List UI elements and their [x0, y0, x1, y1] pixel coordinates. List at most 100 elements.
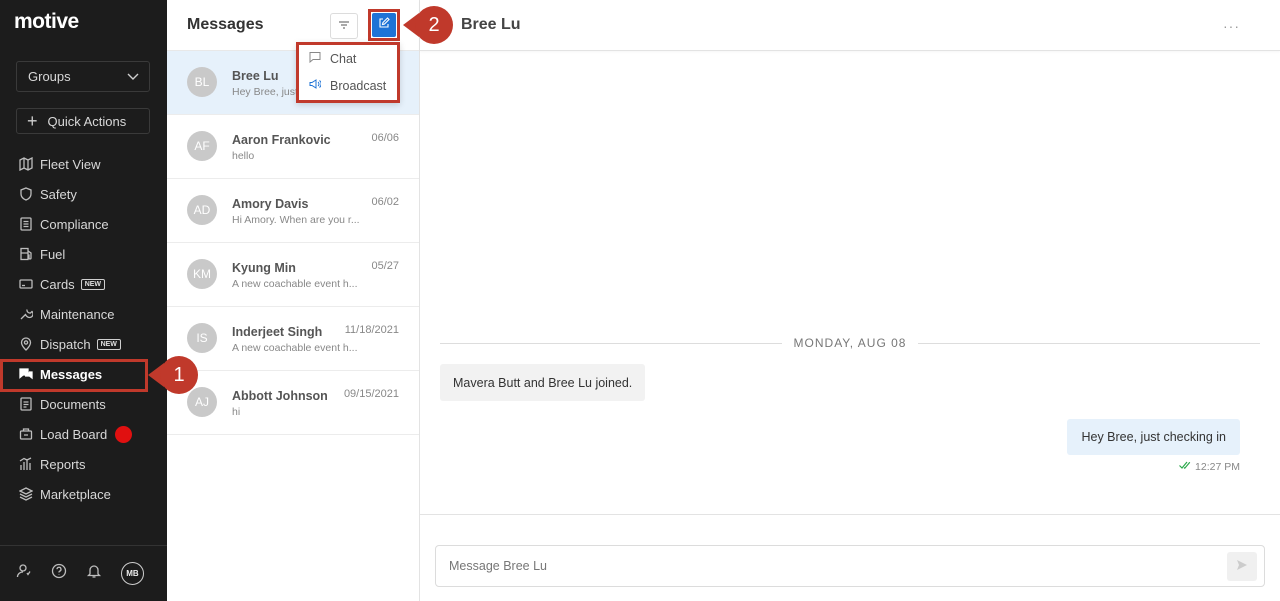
conversation-date: 06/06: [371, 132, 399, 144]
chat-pane: Bree Lu ··· MONDAY, AUG 08 Mavera Butt a…: [420, 0, 1280, 601]
sidebar-item-label: Marketplace: [40, 486, 111, 502]
step-number: 1: [160, 356, 198, 394]
sidebar-footer: MB: [0, 545, 167, 601]
sidebar-item-documents[interactable]: Documents: [0, 389, 167, 419]
conversation-item[interactable]: AJ Abbott Johnson hi 09/15/2021: [167, 371, 419, 435]
sidebar-item-fuel[interactable]: Fuel: [0, 239, 167, 269]
step-1-callout: 1: [148, 356, 198, 394]
avatar[interactable]: MB: [121, 562, 144, 585]
conversation-date: 09/15/2021: [343, 388, 399, 400]
message-composer: [435, 545, 1265, 587]
plus-icon: +: [27, 111, 38, 131]
conversation-name: Inderjeet Singh: [232, 325, 323, 339]
notification-dot: [115, 425, 133, 443]
conversation-date: 06/02: [371, 196, 399, 208]
sidebar-item-label: Fuel: [40, 246, 66, 262]
conversation-preview: hello: [232, 150, 255, 162]
filter-button[interactable]: [330, 13, 358, 39]
avatar: BL: [187, 67, 217, 97]
quick-actions-button[interactable]: + Quick Actions: [16, 108, 150, 134]
messages-highlight-box: [0, 359, 148, 392]
new-badge: NEW: [80, 278, 106, 290]
sidebar-item-label: Cards: [40, 276, 75, 292]
sidebar-item-compliance[interactable]: Compliance: [0, 209, 167, 239]
card-icon: [18, 277, 33, 292]
sidebar-item-load-board[interactable]: Load Board: [0, 419, 167, 449]
send-icon: [1236, 558, 1248, 576]
map-icon: [18, 157, 33, 172]
user-settings-icon[interactable]: [16, 563, 32, 584]
fuel-pump-icon: [18, 247, 33, 262]
composer-area: [420, 514, 1280, 601]
wrench-icon: [18, 307, 33, 322]
sidebar: motive Groups + Quick Actions Fleet View…: [0, 0, 167, 601]
sidebar-item-label: Maintenance: [40, 306, 115, 322]
avatar: AF: [187, 131, 217, 161]
conversation-name: Abbott Johnson: [232, 389, 328, 403]
date-separator: MONDAY, AUG 08: [440, 336, 1260, 350]
motive-logo[interactable]: motive: [14, 10, 79, 34]
quick-actions-label: Quick Actions: [47, 113, 127, 129]
more-options-icon[interactable]: ···: [1223, 18, 1240, 34]
divider: [918, 342, 1260, 344]
megaphone-icon: [309, 78, 330, 93]
sidebar-item-safety[interactable]: Safety: [0, 179, 167, 209]
new-badge: NEW: [96, 338, 121, 350]
double-check-icon: [1179, 460, 1195, 473]
step-2-callout: 2: [403, 6, 453, 44]
sidebar-item-label: Fleet View: [40, 156, 101, 172]
chevron-down-icon: [127, 69, 139, 84]
page-title: Messages: [187, 16, 264, 33]
conversation-item[interactable]: AF Aaron Frankovic hello 06/06: [167, 115, 419, 179]
sidebar-item-dispatch[interactable]: Dispatch NEW: [0, 329, 167, 359]
conversation-preview: A new coachable event h...: [232, 342, 358, 354]
message-time: 12:27 PM: [1195, 460, 1240, 473]
help-icon[interactable]: [51, 563, 67, 584]
message-input[interactable]: [449, 559, 1209, 573]
avatar: KM: [187, 259, 217, 289]
menu-item-chat[interactable]: Chat: [299, 45, 397, 72]
shield-icon: [18, 187, 33, 202]
file-icon: [18, 397, 33, 412]
document-list-icon: [18, 217, 33, 232]
menu-item-label: Chat: [330, 51, 357, 66]
outgoing-message-bubble: Hey Bree, just checking in: [1067, 419, 1240, 455]
chat-header: Bree Lu ···: [420, 0, 1280, 51]
groups-label: Groups: [28, 69, 71, 84]
bar-chart-icon: [18, 457, 33, 472]
sidebar-item-maintenance[interactable]: Maintenance: [0, 299, 167, 329]
location-pin-icon: [18, 337, 33, 352]
sidebar-item-label: Load Board: [40, 426, 108, 442]
conversation-name: Aaron Frankovic: [232, 133, 331, 147]
conversation-preview: A new coachable event h...: [232, 278, 358, 290]
compose-menu: Chat Broadcast: [296, 42, 400, 103]
sidebar-item-label: Dispatch: [40, 336, 91, 352]
avatar: IS: [187, 323, 217, 353]
sidebar-item-cards[interactable]: Cards NEW: [0, 269, 167, 299]
send-button[interactable]: [1227, 552, 1257, 581]
sidebar-item-marketplace[interactable]: Marketplace: [0, 479, 167, 509]
system-message: Mavera Butt and Bree Lu joined.: [440, 364, 646, 401]
conversation-name: Amory Davis: [232, 197, 309, 211]
conversation-date: 05/27: [371, 260, 399, 272]
conversation-name: Kyung Min: [232, 261, 296, 275]
groups-dropdown[interactable]: Groups: [16, 61, 150, 92]
conversation-preview: Hi Amory. When are you r...: [232, 214, 360, 226]
compose-highlight-box: [368, 9, 400, 41]
conversation-item[interactable]: KM Kyung Min A new coachable event h... …: [167, 243, 419, 307]
date-separator-label: MONDAY, AUG 08: [793, 336, 907, 350]
sidebar-item-label: Reports: [40, 456, 86, 472]
sidebar-item-label: Compliance: [40, 216, 109, 232]
filter-icon: [338, 17, 350, 35]
conversation-item[interactable]: AD Amory Davis Hi Amory. When are you r.…: [167, 179, 419, 243]
sidebar-item-reports[interactable]: Reports: [0, 449, 167, 479]
conversation-item[interactable]: IS Inderjeet Singh A new coachable event…: [167, 307, 419, 371]
avatar: AD: [187, 195, 217, 225]
chat-title: Bree Lu: [461, 16, 521, 33]
sidebar-item-fleet-view[interactable]: Fleet View: [0, 149, 167, 179]
menu-item-label: Broadcast: [330, 78, 387, 93]
message-timestamp: 12:27 PM: [1179, 460, 1240, 473]
sidebar-item-label: Safety: [40, 186, 77, 202]
bell-icon[interactable]: [86, 563, 102, 584]
menu-item-broadcast[interactable]: Broadcast: [299, 72, 397, 99]
